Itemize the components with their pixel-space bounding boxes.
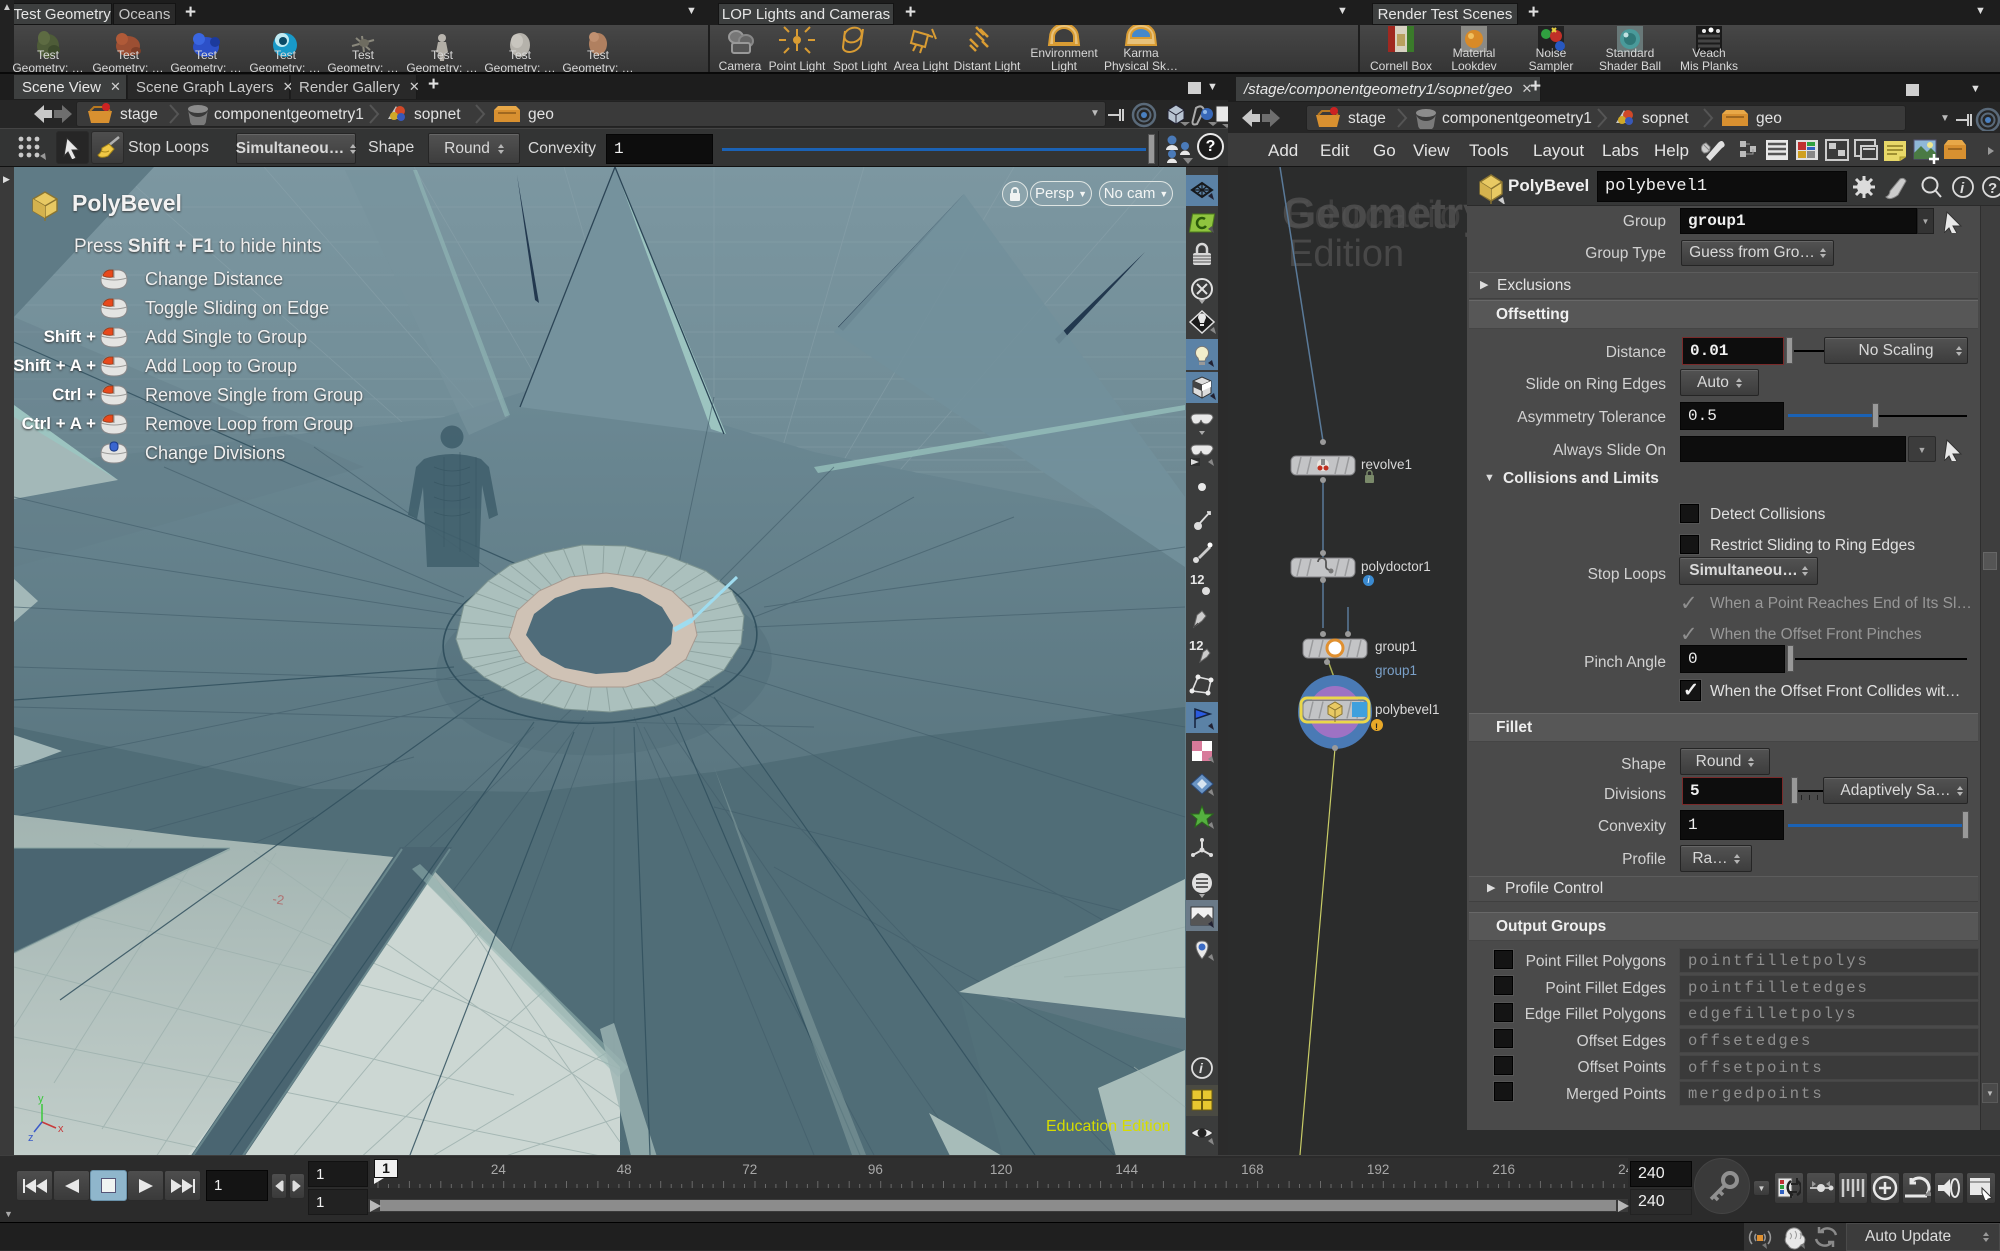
svg-text:120: 120	[990, 1162, 1013, 1177]
svg-text:z: z	[28, 1132, 34, 1142]
svg-text:144: 144	[1115, 1162, 1138, 1177]
svg-text:192: 192	[1367, 1162, 1390, 1177]
svg-text:x: x	[58, 1123, 64, 1135]
svg-text:72: 72	[742, 1162, 757, 1177]
svg-text:i: i	[1960, 180, 1965, 197]
svg-text:216: 216	[1492, 1162, 1515, 1177]
svg-text:12: 12	[1189, 638, 1203, 653]
svg-text:!: !	[1375, 722, 1378, 732]
svg-text:geo: geo	[528, 106, 554, 123]
svg-text:sopnet: sopnet	[414, 106, 461, 123]
svg-text:stage: stage	[120, 106, 158, 123]
svg-text:componentgeometry1: componentgeometry1	[214, 106, 364, 123]
svg-text:geo: geo	[1756, 110, 1782, 127]
svg-text:24: 24	[491, 1162, 507, 1177]
svg-text:?: ?	[1988, 180, 1997, 197]
svg-text:48: 48	[617, 1162, 632, 1177]
svg-text:i: i	[1199, 1060, 1204, 1076]
svg-text:stage: stage	[1348, 110, 1386, 127]
svg-text:168: 168	[1241, 1162, 1264, 1177]
svg-text:-2: -2	[272, 891, 286, 908]
svg-text:240: 240	[1618, 1162, 1628, 1177]
svg-text:componentgeometry1: componentgeometry1	[1442, 110, 1592, 127]
svg-text:y: y	[38, 1093, 44, 1105]
svg-text:96: 96	[868, 1162, 883, 1177]
svg-text:sopnet: sopnet	[1642, 110, 1689, 127]
svg-text:12: 12	[1190, 572, 1204, 587]
